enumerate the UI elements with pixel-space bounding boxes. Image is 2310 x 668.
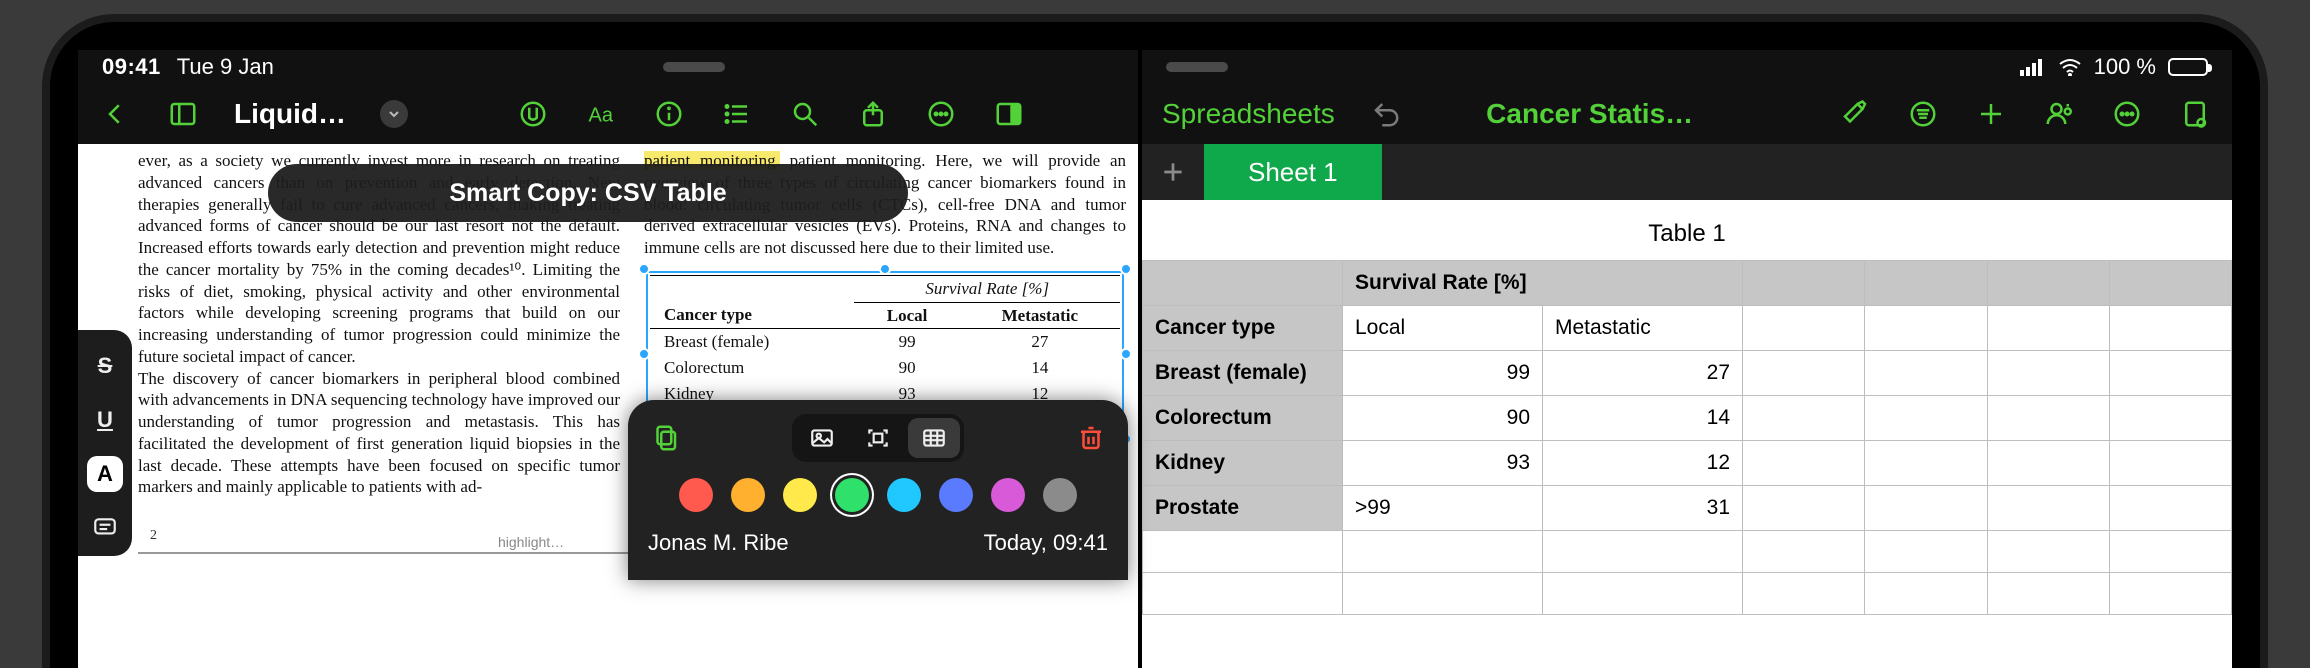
copy-as-scan-button[interactable] [852,418,904,458]
spreadsheet-table[interactable]: Survival Rate [%] Cancer typeLocalMetast… [1142,260,2232,615]
multitask-pill-icon[interactable] [663,62,725,72]
battery-icon [2168,58,2208,76]
battery-percent: 100 % [2094,54,2156,80]
color-swatch[interactable] [731,478,765,512]
color-swatch[interactable] [783,478,817,512]
collaborate-button[interactable] [2042,97,2076,131]
grid-cell[interactable]: >99 [1343,486,1543,531]
grid-cell[interactable]: 90 [1343,396,1543,441]
more-button[interactable] [2110,97,2144,131]
grid-cell[interactable]: 99 [1343,351,1543,396]
copy-as-image-button[interactable] [796,418,848,458]
underline-button[interactable]: U [87,402,123,438]
color-swatches [648,478,1108,512]
color-swatch[interactable] [835,478,869,512]
grid-body: Cancer typeLocalMetastatic Breast (femal… [1143,306,2232,615]
grid-cell[interactable]: 93 [1343,441,1543,486]
resize-handle[interactable] [879,263,891,275]
document-title[interactable]: Liquid… [234,98,346,130]
color-swatch[interactable] [887,478,921,512]
resize-handle[interactable] [638,348,650,360]
share-button[interactable] [856,97,890,131]
sheet-tab-active[interactable]: Sheet 1 [1204,144,1382,200]
title-dropdown-icon[interactable] [380,100,408,128]
grid-cell[interactable]: 14 [1543,396,1743,441]
inspector-button[interactable] [2178,97,2212,131]
grid-cell[interactable]: 12 [1543,441,1743,486]
annotation-author: Jonas M. Ribe [648,530,789,556]
status-bar-left: 09:41 Tue 9 Jan [78,50,1138,84]
more-button[interactable] [924,97,958,131]
info-button[interactable] [652,97,686,131]
sheet-tab-label: Sheet 1 [1248,157,1338,188]
status-bar-right: 100 % [1142,50,2232,84]
sidebar-toggle-icon[interactable] [166,97,200,131]
spreadsheet-title[interactable]: Cancer Statis… [1486,98,1693,130]
filter-button[interactable] [1906,97,1940,131]
format-brush-button[interactable] [1838,97,1872,131]
breadcrumb-spreadsheets[interactable]: Spreadsheets [1162,98,1335,130]
color-swatch[interactable] [991,478,1025,512]
highlight-hint: highlight… [498,534,564,550]
resize-handle[interactable] [1120,348,1132,360]
grid-header-span[interactable]: Survival Rate [%] [1343,261,1743,306]
search-button[interactable] [788,97,822,131]
status-date: Tue 9 Jan [177,54,274,80]
grid-rowhdr[interactable]: Colorectum [1143,396,1343,441]
text-style-button[interactable]: Aa [584,97,618,131]
grid-rowhdr[interactable]: Kidney [1143,441,1343,486]
outline-button[interactable] [720,97,754,131]
grid-rowhdr[interactable]: Breast (female) [1143,351,1343,396]
reader-toolbar: Liquid… Aa [78,84,1138,144]
copy-page-button[interactable] [648,421,682,455]
numbers-app: 100 % Spreadsheets Cancer Statis… Sheet … [1138,50,2232,668]
undo-button[interactable] [1369,97,1403,131]
resize-handle[interactable] [1120,263,1132,275]
ipad-screen: 09:41 Tue 9 Jan Liquid… Aa [78,50,2232,668]
sheet-tabs: Sheet 1 [1142,144,2232,200]
grid-cell[interactable]: Metastatic [1543,306,1743,351]
multitask-pill-icon[interactable] [1166,62,1228,72]
smart-copy-toast: Smart Copy: CSV Table [268,164,908,222]
grid-cell[interactable]: 31 [1543,486,1743,531]
annotation-timestamp: Today, 09:41 [984,530,1108,556]
numbers-toolbar: Spreadsheets Cancer Statis… [1142,84,2232,144]
back-button[interactable] [98,97,132,131]
add-sheet-button[interactable] [1142,144,1204,200]
copy-format-segmented [792,414,964,462]
cellular-icon [2020,58,2046,76]
color-swatch[interactable] [679,478,713,512]
strikethrough-button[interactable]: S [87,348,123,384]
grid-cell[interactable]: Local [1343,306,1543,351]
table-title[interactable]: Table 1 [1142,200,2232,260]
copy-as-table-button[interactable] [908,418,960,458]
highlighter-button[interactable] [516,97,550,131]
resize-handle[interactable] [638,263,650,275]
insert-button[interactable] [1974,97,2008,131]
grid-cell[interactable]: 27 [1543,351,1743,396]
comment-button[interactable] [87,510,123,546]
ipad-bezel: 09:41 Tue 9 Jan Liquid… Aa [50,22,2260,668]
color-swatch[interactable] [1043,478,1077,512]
annotation-popover: Jonas M. Ribe Today, 09:41 [628,400,1128,580]
toast-label: Smart Copy: CSV Table [449,179,726,208]
svg-text:Aa: Aa [588,105,613,127]
textbox-button[interactable]: A [87,456,123,492]
clock: 09:41 [102,54,161,80]
delete-annotation-button[interactable] [1074,421,1108,455]
grid-rowhdr[interactable]: Cancer type [1143,306,1343,351]
annotation-rail: S U A [78,330,132,556]
reader-app: 09:41 Tue 9 Jan Liquid… Aa [78,50,1138,668]
spreadsheet-canvas[interactable]: Table 1 Survival Rate [%] Cancer typeLoc… [1142,200,2232,668]
color-swatch[interactable] [939,478,973,512]
wifi-icon [2058,58,2082,76]
split-view-button[interactable] [992,97,1026,131]
grid-rowhdr[interactable]: Prostate [1143,486,1343,531]
page-number: 2 [150,528,157,544]
